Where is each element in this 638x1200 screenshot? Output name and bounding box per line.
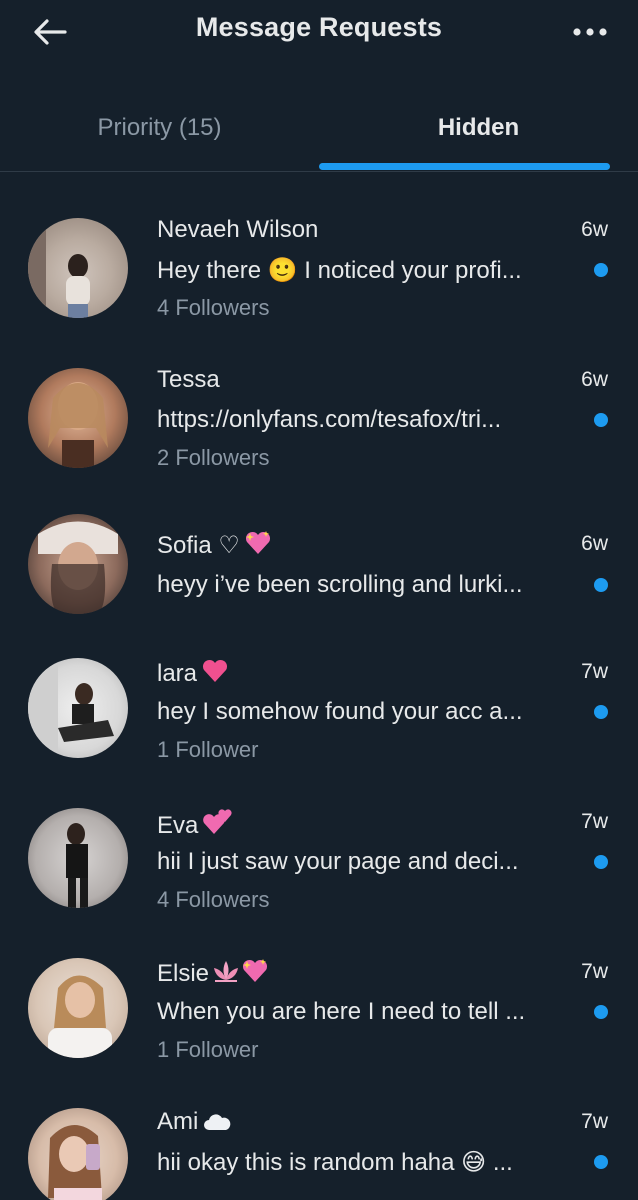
message-preview: hey I somehow found your acc a... [157, 698, 523, 725]
avatar [28, 218, 128, 318]
sparkling-heart-icon [241, 958, 269, 991]
two-hearts-icon [202, 808, 234, 843]
unread-dot-icon [594, 263, 608, 277]
list-item[interactable]: Elsie 7w When you are here I need to tel… [0, 922, 638, 1072]
tab-bar: Priority (15) Hidden [0, 100, 638, 172]
selected-tab-indicator [319, 163, 610, 170]
sender-name: Sofia ♡ [157, 530, 272, 563]
timestamp: 7w [581, 660, 608, 683]
follower-count: 2 Followers [157, 445, 270, 470]
list-item[interactable]: Sofia ♡ 6w heyy i’ve been scrolling and … [0, 472, 638, 622]
tab-priority[interactable]: Priority (15) [0, 100, 319, 172]
sender-name: lara [157, 658, 229, 691]
list-item[interactable]: Eva 7w hii I just saw your page and deci… [0, 772, 638, 922]
sender-name: Tessa [157, 366, 220, 393]
tab-hidden[interactable]: Hidden [319, 100, 638, 172]
page-title: Message Requests [195, 12, 443, 42]
unread-dot-icon [594, 705, 608, 719]
sender-name: Ami [157, 1108, 232, 1139]
avatar [28, 658, 128, 758]
list-item[interactable]: lara 7w hey I somehow found your acc a..… [0, 622, 638, 772]
more-options-button[interactable] [568, 14, 612, 50]
follower-count: 1 Follower [157, 1037, 259, 1062]
follower-count: 1 Follower [157, 737, 259, 762]
avatar [28, 368, 128, 468]
timestamp: 6w [581, 532, 608, 555]
heart-icon [201, 658, 229, 691]
unread-dot-icon [594, 578, 608, 592]
more-horizontal-icon [573, 28, 607, 36]
follower-count: 4 Followers [157, 295, 270, 320]
sender-name: Eva [157, 808, 234, 843]
avatar [28, 1108, 128, 1200]
unread-dot-icon [594, 413, 608, 427]
unread-dot-icon [594, 855, 608, 869]
timestamp: 6w [581, 368, 608, 391]
cloud-icon [202, 1111, 232, 1139]
timestamp: 7w [581, 810, 608, 833]
timestamp: 7w [581, 1110, 608, 1133]
avatar [28, 808, 128, 908]
sparkling-heart-icon [244, 530, 272, 563]
message-preview: Hey there 🙂 I noticed your profi... [157, 257, 522, 284]
message-preview: https://onlyfans.com/tesafox/tri... [157, 406, 502, 433]
avatar [28, 514, 128, 614]
top-bar: Message Requests [0, 0, 638, 64]
timestamp: 7w [581, 960, 608, 983]
sender-name: Nevaeh Wilson [157, 216, 319, 243]
sender-name: Elsie [157, 958, 269, 991]
list-item[interactable]: Nevaeh Wilson 6w Hey there 🙂 I noticed y… [0, 172, 638, 322]
unread-dot-icon [594, 1155, 608, 1169]
lotus-icon [211, 958, 241, 991]
follower-count: 4 Followers [157, 887, 270, 912]
list-item[interactable]: Ami 7w hii okay this is random haha 😅 ..… [0, 1072, 638, 1200]
timestamp: 6w [581, 218, 608, 241]
list-item[interactable]: Tessa 6w https://onlyfans.com/tesafox/tr… [0, 322, 638, 472]
message-preview: heyy i’ve been scrolling and lurki... [157, 571, 523, 598]
message-preview: When you are here I need to tell ... [157, 998, 526, 1025]
avatar [28, 958, 128, 1058]
message-preview: hii I just saw your page and deci... [157, 848, 519, 875]
message-preview: hii okay this is random haha 😅 ... [157, 1149, 513, 1176]
unread-dot-icon [594, 1005, 608, 1019]
